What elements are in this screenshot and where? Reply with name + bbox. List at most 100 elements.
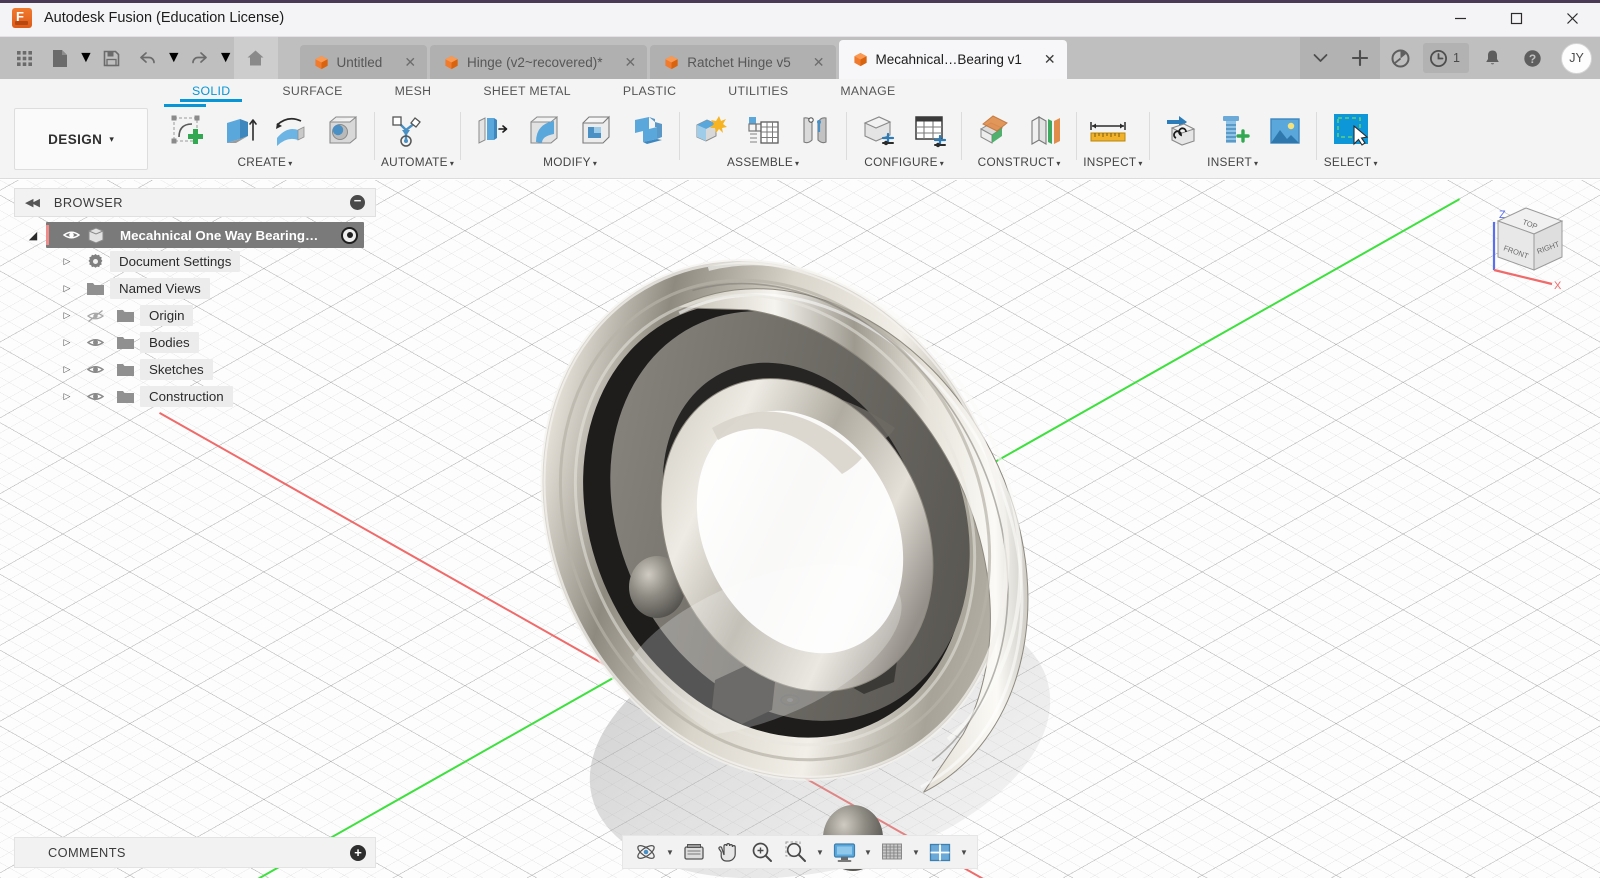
revolve-icon[interactable] [266,108,316,154]
collapse-left-icon[interactable]: ◀◀ [25,196,38,209]
orbit-caret-icon[interactable]: ▼ [663,837,677,867]
joint-table-icon[interactable] [738,108,788,154]
new-component-icon[interactable] [686,108,736,154]
browser-item-origin[interactable]: ▷ Origin [14,302,376,329]
browser-root-row[interactable]: ◢ Mecahnical One Way Bearing… [14,222,376,248]
help-icon[interactable]: ? [1512,37,1552,79]
insert-canvas-icon[interactable] [1260,108,1310,154]
panel-label-inspect[interactable]: INSPECT▾ [1083,152,1143,169]
minus-circle-icon[interactable]: − [350,195,365,210]
view-cube[interactable]: Z X TOP FRONT RIGHT [1466,192,1586,292]
browser-item-named-views[interactable]: ▷ Named Views [14,275,376,302]
grid-snaps-caret-icon[interactable]: ▼ [909,837,923,867]
browser-item-construction[interactable]: ▷ Construction [14,383,376,410]
panel-label-assemble[interactable]: ASSEMBLE▾ [686,152,840,169]
ribbon-tab-mesh[interactable]: MESH [369,84,458,102]
expand-arrow-icon[interactable]: ▷ [54,337,80,348]
new-file-caret-icon[interactable]: ▼ [78,49,94,67]
browser-item-sketches[interactable]: ▷ Sketches [14,356,376,383]
ribbon-tab-sheet-metal[interactable]: SHEET METAL [457,84,597,102]
combine-icon[interactable] [623,108,673,154]
workspace-selector[interactable]: DESIGN ▾ [14,108,148,170]
plus-circle-icon[interactable]: + [350,845,366,861]
display-settings-caret-icon[interactable]: ▼ [861,837,875,867]
panel-label-modify[interactable]: MODIFY▾ [467,152,673,169]
display-settings-icon[interactable] [827,837,861,867]
app-grid-icon[interactable] [6,37,42,79]
expand-arrow-icon[interactable]: ▷ [54,391,80,402]
visibility-eye-icon[interactable] [80,336,110,349]
visibility-eye-icon[interactable] [80,363,110,376]
notifications-icon[interactable] [1472,37,1512,79]
browser-item-bodies[interactable]: ▷ Bodies [14,329,376,356]
expand-arrow-icon[interactable]: ▷ [54,256,80,267]
extrude-icon[interactable] [214,108,264,154]
avatar[interactable]: JY [1561,43,1592,74]
ribbon-tab-manage[interactable]: MANAGE [814,84,921,102]
expand-arrow-icon[interactable]: ◢ [20,229,46,242]
midplane-icon[interactable] [1020,108,1070,154]
document-tab-mechanical-bearing[interactable]: Mecahnical…Bearing v1 ✕ [839,40,1067,79]
zoom-window-caret-icon[interactable]: ▼ [813,837,827,867]
expand-arrow-icon[interactable]: ▷ [54,283,80,294]
undo-caret-icon[interactable]: ▼ [166,49,182,67]
job-status-badge[interactable]: 1 [1423,43,1469,73]
insert-mcmaster-icon[interactable] [1208,108,1258,154]
comments-panel[interactable]: COMMENTS + [14,837,376,868]
redo-icon[interactable] [182,37,218,79]
joint-icon[interactable] [790,108,840,154]
hole-icon[interactable] [318,108,368,154]
viewports-icon[interactable] [923,837,957,867]
panel-label-construct[interactable]: CONSTRUCT▾ [968,152,1070,169]
add-tab-button[interactable] [1340,37,1380,79]
visibility-eye-off-icon[interactable] [80,309,110,323]
expand-arrow-icon[interactable]: ▷ [54,364,80,375]
activate-component-radio[interactable] [341,227,358,244]
configure-table-icon[interactable] [905,108,955,154]
maximize-button[interactable] [1488,0,1544,36]
close-tab-icon[interactable]: ✕ [404,54,416,71]
panel-label-configure[interactable]: CONFIGURE▾ [853,152,955,169]
close-tab-icon[interactable]: ✕ [1044,51,1056,68]
configure-model-icon[interactable] [853,108,903,154]
close-tab-icon[interactable]: ✕ [813,54,825,71]
panel-label-automate[interactable]: AUTOMATE▾ [381,152,454,169]
redo-caret-icon[interactable]: ▼ [218,49,234,67]
fillet-icon[interactable] [519,108,569,154]
offset-plane-icon[interactable] [968,108,1018,154]
close-button[interactable] [1544,0,1600,36]
visibility-eye-icon[interactable] [80,390,110,403]
create-sketch-icon[interactable] [162,108,212,154]
document-tab-hinge[interactable]: Hinge (v2~recovered)* ✕ [430,45,647,79]
document-tab-ratchet-hinge[interactable]: Ratchet Hinge v5 ✕ [650,45,835,79]
pan-icon[interactable] [711,837,745,867]
new-file-icon[interactable] [42,37,78,79]
browser-item-document-settings[interactable]: ▷ Document Settings [14,248,376,275]
panel-label-insert[interactable]: INSERT▾ [1156,152,1310,169]
press-pull-icon[interactable] [467,108,517,154]
tab-overflow-caret-icon[interactable] [1300,37,1340,79]
orbit-icon[interactable] [629,837,663,867]
save-icon[interactable] [94,37,130,79]
automate-icon[interactable] [381,108,431,154]
select-window-icon[interactable] [1323,108,1379,154]
viewport-canvas[interactable]: Z X TOP FRONT RIGHT ◀◀ BROWSER − [0,180,1600,878]
ribbon-tab-plastic[interactable]: PLASTIC [597,84,702,102]
minimize-button[interactable] [1432,0,1488,36]
ribbon-tab-solid[interactable]: SOLID [166,84,256,102]
zoom-window-icon[interactable] [779,837,813,867]
home-icon[interactable] [234,37,278,79]
viewports-caret-icon[interactable]: ▼ [957,837,971,867]
ribbon-tab-utilities[interactable]: UTILITIES [702,84,814,102]
extensions-icon[interactable] [1380,37,1420,79]
measure-icon[interactable] [1083,108,1133,154]
insert-derive-icon[interactable] [1156,108,1206,154]
undo-icon[interactable] [130,37,166,79]
grid-snaps-icon[interactable] [875,837,909,867]
panel-label-select[interactable]: SELECT▾ [1323,152,1379,169]
shell-icon[interactable] [571,108,621,154]
document-tab-untitled[interactable]: Untitled ✕ [300,45,428,79]
expand-arrow-icon[interactable]: ▷ [54,310,80,321]
look-at-icon[interactable] [677,837,711,867]
panel-label-create[interactable]: CREATE▾ [162,152,368,169]
